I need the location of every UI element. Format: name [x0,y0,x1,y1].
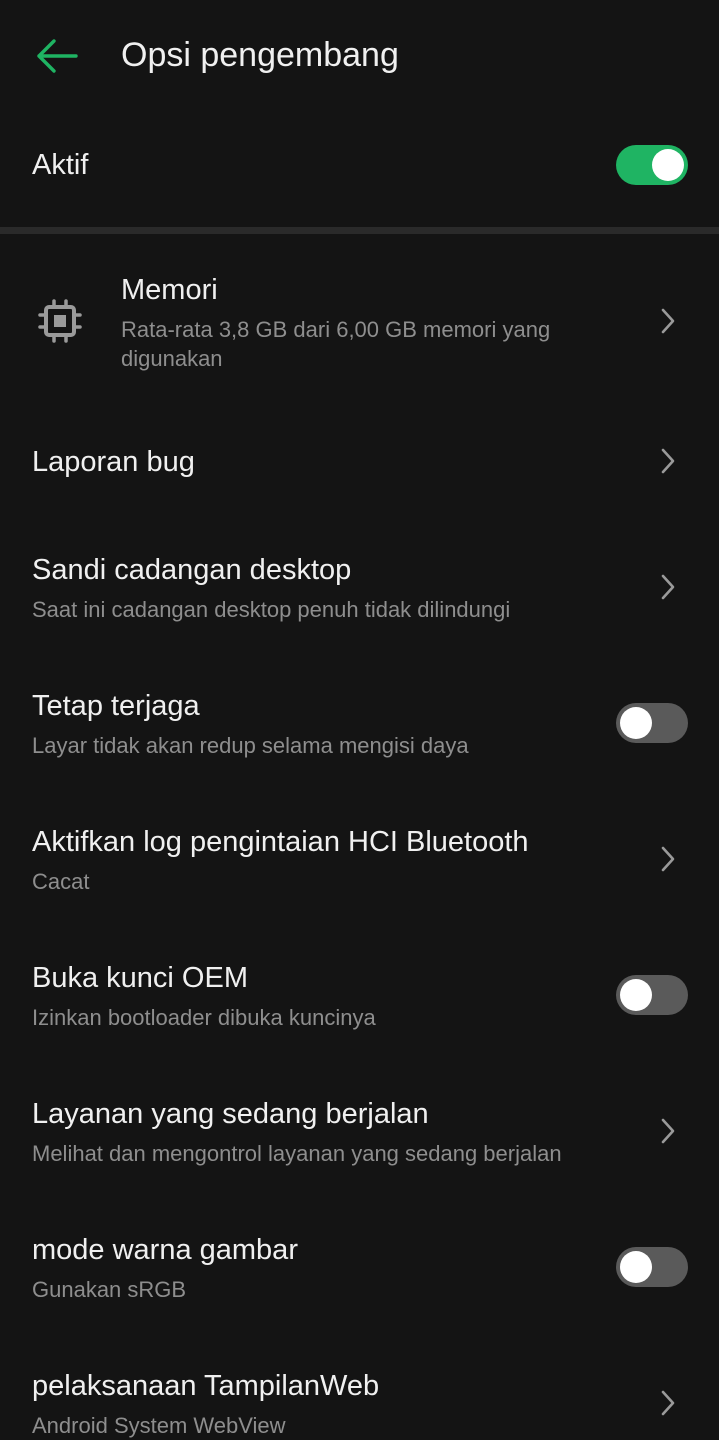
toggle-knob [620,1251,652,1283]
page-title: Opsi pengembang [121,36,399,74]
list-item-subtitle: Layar tidak akan redup selama mengisi da… [32,733,469,758]
list-item-title: Memori [121,274,218,306]
section-divider [0,227,719,234]
arrow-left-icon [37,39,78,73]
list-item-color-mode[interactable] [0,1210,719,1330]
list-item-subtitle: Rata-rata 3,8 GB dari 6,00 GB memori yan… [121,317,551,371]
chevron-right-icon [661,1390,675,1416]
color-mode-toggle[interactable] [616,1247,688,1287]
memory-chip-icon [38,299,82,343]
list-item-hci-bluetooth[interactable] [0,802,719,922]
list-item-subtitle: Melihat dan mengontrol layanan yang seda… [32,1141,562,1166]
list-item-sandi-cadangan[interactable] [0,530,719,650]
list-item-title: Laporan bug [32,446,195,478]
chevron-right-icon [661,448,675,474]
app-header: Opsi pengembang [0,0,719,110]
chevron-right-icon [661,1118,675,1144]
list-item-subtitle: Cacat [32,869,90,894]
list-item-running-services[interactable] [0,1074,719,1194]
toggle-knob [620,979,652,1011]
list-item-title: mode warna gambar [32,1234,298,1266]
list-item-subtitle: Android System WebView [32,1413,286,1438]
list-item-title: Tetap terjaga [32,690,200,722]
master-switch-row[interactable] [0,115,719,219]
list-item-title: Aktifkan log pengintaian HCI Bluetooth [32,826,529,858]
oem-unlock-toggle[interactable] [616,975,688,1015]
master-switch-label: Aktif [32,149,89,181]
toggle-knob [620,707,652,739]
list-item-tetap-terjaga[interactable] [0,666,719,786]
list-item-title: pelaksanaan TampilanWeb [32,1370,380,1402]
toggle-knob [652,149,684,181]
chevron-right-icon [661,308,675,334]
chevron-right-icon [661,574,675,600]
stay-awake-toggle[interactable] [616,703,688,743]
list-item-title: Buka kunci OEM [32,962,248,994]
list-item-title: Layanan yang sedang berjalan [32,1098,429,1130]
list-item-title: Sandi cadangan desktop [32,554,352,586]
list-item-subtitle: Gunakan sRGB [32,1277,187,1302]
master-toggle[interactable] [616,145,688,185]
chevron-right-icon [661,846,675,872]
list-item-subtitle: Saat ini cadangan desktop penuh tidak di… [32,597,511,622]
list-item-oem-unlock[interactable] [0,938,719,1058]
back-button[interactable] [28,28,84,84]
list-item-subtitle: Izinkan bootloader dibuka kuncinya [32,1005,376,1030]
